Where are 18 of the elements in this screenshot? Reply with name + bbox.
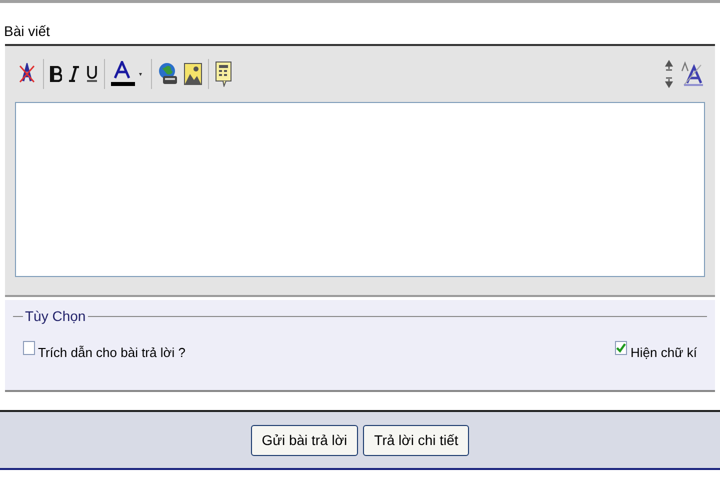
option-label: Trích dẫn cho bài trả lời ? (38, 344, 186, 362)
font-size-icon[interactable] (681, 61, 703, 87)
post-label: Bài viết (4, 22, 50, 41)
font-color-icon[interactable] (111, 61, 145, 87)
underline-icon[interactable] (86, 65, 98, 83)
checkbox[interactable] (615, 341, 628, 355)
submit-reply-button[interactable]: Gửi bài trả lời (250, 424, 358, 456)
resize-arrows-icon[interactable] (665, 59, 673, 89)
options-legend: Tùy Chọn (23, 306, 88, 327)
note-icon[interactable] (215, 61, 233, 87)
globe-icon[interactable] (158, 62, 178, 86)
italic-icon[interactable] (68, 66, 80, 82)
picture-icon[interactable] (184, 63, 202, 85)
checkbox[interactable] (23, 341, 35, 355)
remove-format-icon[interactable] (17, 63, 37, 85)
option-label: Hiện chữ kí (630, 344, 697, 362)
detailed-reply-button[interactable]: Trả lời chi tiết (363, 424, 470, 456)
bold-icon[interactable] (50, 66, 62, 82)
